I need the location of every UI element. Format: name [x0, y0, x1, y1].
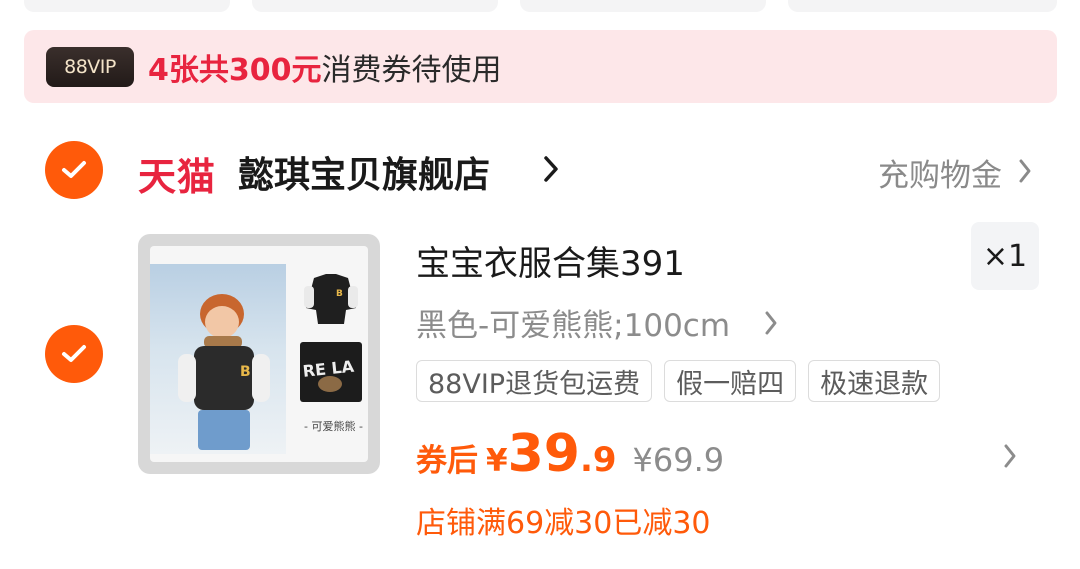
chevron-right-icon[interactable] — [764, 310, 778, 336]
store-row: 天猫 懿琪宝贝旗舰店 充购物金 — [0, 140, 1080, 204]
child-model-illustration: B — [178, 294, 270, 450]
product-title[interactable]: 宝宝衣服合集391 — [416, 236, 685, 285]
coupon-banner[interactable]: 88VIP 4张共300元 消费券待使用 — [24, 30, 1057, 103]
service-tag: 极速退款 — [808, 360, 941, 402]
jacket-thumbnail: B — [304, 274, 358, 324]
service-tags: 88VIP退货包运费 假一赔四 极速退款 — [416, 360, 941, 402]
quantity-button[interactable]: ×1 — [971, 222, 1039, 290]
filter-pill[interactable] — [520, 0, 766, 12]
top-filter-pills — [24, 0, 1057, 12]
price-decimal: .9 — [579, 440, 617, 480]
coupon-highlight: 4张共300元 — [148, 52, 322, 88]
item-select-checkbox[interactable] — [45, 325, 103, 383]
service-tag: 88VIP退货包运费 — [416, 360, 653, 402]
chevron-right-icon[interactable] — [542, 154, 560, 184]
product-image[interactable]: B B RE LA - 可爱熊熊 - — [138, 234, 380, 474]
service-tag: 假一赔四 — [664, 360, 797, 402]
product-photo: B B RE LA - 可爱熊熊 - — [150, 246, 368, 462]
svg-text:B: B — [336, 289, 343, 299]
chevron-right-icon[interactable] — [1003, 443, 1017, 469]
filter-pill[interactable] — [24, 0, 230, 12]
filter-pill[interactable] — [252, 0, 498, 12]
recharge-shopping-credit-link[interactable]: 充购物金 — [878, 150, 1002, 195]
price-integer: 39 — [507, 424, 580, 484]
coupon-text: 消费券待使用 — [321, 52, 502, 88]
svg-text:B: B — [240, 364, 251, 380]
chevron-right-icon[interactable] — [1018, 158, 1032, 184]
filter-pill[interactable] — [788, 0, 1057, 12]
variant-selector[interactable]: 黑色-可爱熊熊;100cm — [416, 300, 730, 345]
store-name-link[interactable]: 懿琪宝贝旗舰店 — [238, 146, 490, 198]
vip-badge: 88VIP — [46, 46, 134, 87]
price-label: 券后 — [416, 443, 478, 479]
jacket-back-thumbnail: RE LA — [300, 342, 362, 402]
image-caption: - 可爱熊熊 - — [304, 420, 363, 433]
discount-text: 店铺满69减30已减30 — [416, 506, 711, 541]
check-icon — [62, 345, 86, 362]
coupon-banner-text: 4张共300元 消费券待使用 — [148, 45, 502, 89]
currency-symbol: ¥ — [486, 443, 508, 479]
price-row: 券后 ¥ 39 .9 ¥69.9 — [416, 424, 724, 484]
tmall-logo: 天猫 — [138, 155, 217, 199]
original-price: ¥69.9 — [632, 441, 725, 479]
